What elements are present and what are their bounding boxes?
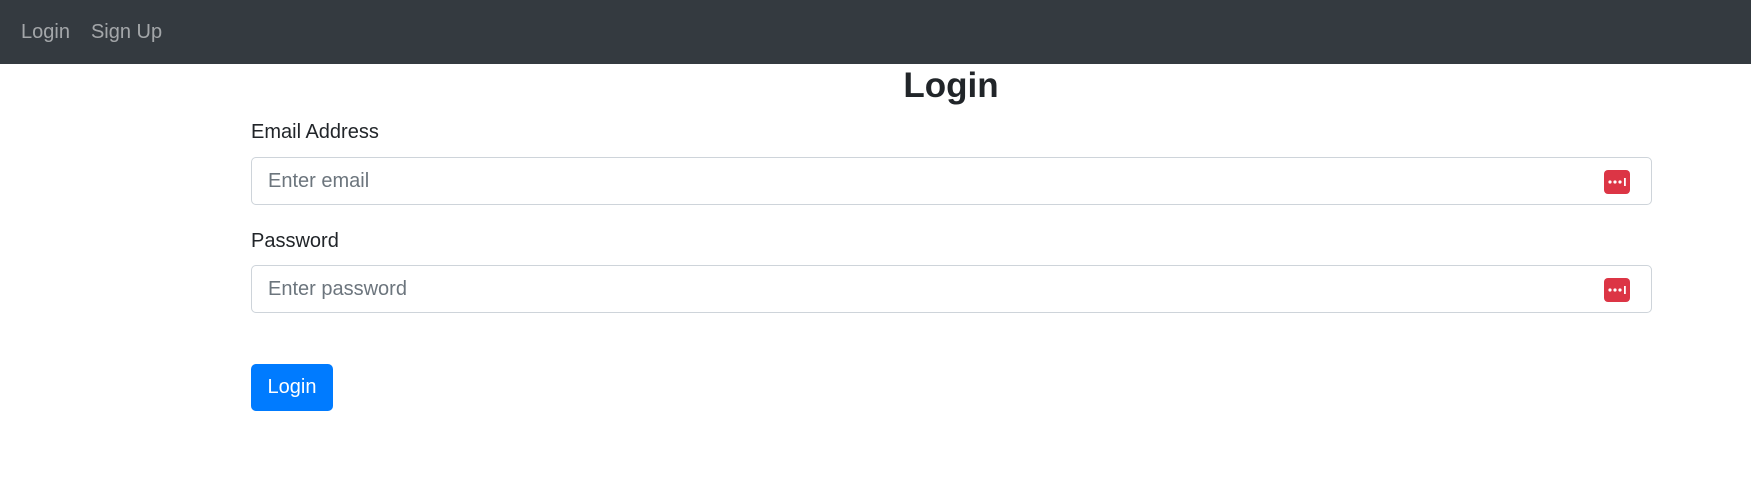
nav-link-login[interactable]: Login [21, 22, 70, 42]
password-label: Password [251, 230, 339, 252]
password-field-wrapper [251, 265, 1652, 313]
email-field-wrapper [251, 157, 1652, 205]
password-manager-icon[interactable] [1604, 170, 1630, 194]
email-label: Email Address [251, 121, 379, 143]
login-button[interactable]: Login [251, 364, 333, 411]
navbar: Login Sign Up [0, 0, 1751, 64]
password-manager-icon[interactable] [1604, 278, 1630, 302]
nav-link-sign-up[interactable]: Sign Up [91, 22, 162, 42]
page-title: Login [903, 66, 999, 105]
password-input[interactable] [252, 266, 1651, 312]
email-input[interactable] [252, 158, 1651, 204]
